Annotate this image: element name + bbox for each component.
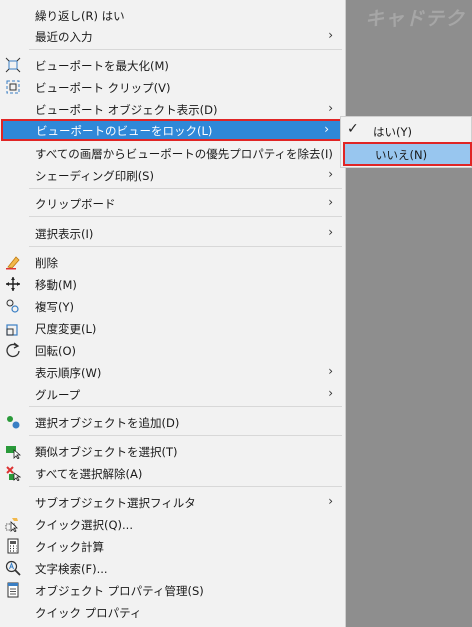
menu-item-label: ビューポート クリップ(V) bbox=[35, 81, 171, 95]
menu-item-quick-select[interactable]: クイック選択(Q)... bbox=[0, 513, 345, 535]
erase-icon bbox=[6, 256, 20, 270]
menu-item-rotate[interactable]: 回転(O) bbox=[0, 339, 345, 361]
chevron-right-icon: › bbox=[328, 167, 333, 181]
menu-item-label: 削除 bbox=[35, 256, 58, 270]
maximize-viewport-icon bbox=[5, 57, 21, 73]
menu-item-label: クリップボード bbox=[35, 197, 116, 211]
menu-separator bbox=[29, 216, 342, 217]
menu-separator bbox=[29, 49, 342, 50]
chevron-right-icon: › bbox=[328, 195, 333, 209]
calculator-icon bbox=[7, 538, 19, 554]
menu-item-find-text[interactable]: 文字検索(F)... bbox=[0, 557, 345, 579]
menu-item-label: クイック プロパティ bbox=[35, 606, 142, 620]
menu-item-quick-calc[interactable]: クイック計算 bbox=[0, 535, 345, 557]
menu-separator bbox=[29, 435, 342, 436]
menu-item-label: 回転(O) bbox=[35, 344, 77, 358]
deselect-all-icon bbox=[6, 466, 21, 481]
add-selected-icon bbox=[7, 416, 20, 429]
menu-item-viewport-object-display[interactable]: ビューポート オブジェクト表示(D) › bbox=[0, 98, 345, 120]
background-logo: キャドテク bbox=[365, 8, 466, 30]
menu-item-label: 複写(Y) bbox=[35, 300, 74, 314]
chevron-right-icon: › bbox=[328, 364, 333, 378]
move-icon bbox=[6, 277, 20, 291]
menu-item-recent-input[interactable]: 最近の入力 › bbox=[0, 25, 345, 47]
chevron-right-icon: › bbox=[328, 386, 333, 400]
select-similar-icon bbox=[6, 446, 21, 459]
submenu-item-no[interactable]: いいえ(N) bbox=[343, 142, 472, 166]
submenu-item-yes[interactable]: ✓ はい(Y) bbox=[341, 119, 472, 143]
chevron-right-icon: › bbox=[324, 122, 329, 136]
menu-item-erase[interactable]: 削除 bbox=[0, 251, 345, 273]
menu-item-group[interactable]: グループ › bbox=[0, 383, 345, 405]
menu-item-label: クイック計算 bbox=[35, 540, 104, 554]
menu-item-move[interactable]: 移動(M) bbox=[0, 273, 345, 295]
menu-item-isolate[interactable]: 選択表示(I) › bbox=[0, 222, 345, 244]
submenu-item-label: はい(Y) bbox=[373, 125, 412, 139]
menu-item-label: 選択オブジェクトを追加(D) bbox=[35, 416, 180, 430]
lock-viewport-submenu: ✓ はい(Y) いいえ(N) bbox=[340, 116, 472, 168]
menu-item-label: シェーディング印刷(S) bbox=[35, 169, 154, 183]
menu-item-clip-viewport[interactable]: ビューポート クリップ(V) bbox=[0, 76, 345, 98]
menu-item-deselect-all[interactable]: すべてを選択解除(A) bbox=[0, 462, 345, 484]
menu-item-label: サブオブジェクト選択フィルタ bbox=[35, 496, 196, 510]
menu-item-label: ビューポート オブジェクト表示(D) bbox=[35, 103, 218, 117]
chevron-right-icon: › bbox=[328, 494, 333, 508]
menu-item-label: すべての画層からビューポートの優先プロパティを除去(I) bbox=[35, 147, 333, 161]
menu-item-subobject-filter[interactable]: サブオブジェクト選択フィルタ › bbox=[0, 491, 345, 513]
clip-viewport-icon bbox=[6, 80, 20, 94]
menu-item-draw-order[interactable]: 表示順序(W) › bbox=[0, 361, 345, 383]
menu-item-label: 表示順序(W) bbox=[35, 366, 102, 380]
chevron-right-icon: › bbox=[328, 28, 333, 42]
menu-item-maximize-viewport[interactable]: ビューポートを最大化(M) bbox=[0, 54, 345, 76]
context-menu: 繰り返し(R) はい 最近の入力 › ビューポートを最大化(M) ビューポート … bbox=[0, 0, 346, 627]
menu-item-quick-properties[interactable]: クイック プロパティ bbox=[0, 601, 345, 623]
menu-item-label: クイック選択(Q)... bbox=[35, 518, 133, 532]
menu-item-copy[interactable]: 複写(Y) bbox=[0, 295, 345, 317]
menu-item-add-selected[interactable]: 選択オブジェクトを追加(D) bbox=[0, 411, 345, 433]
rotate-icon bbox=[6, 342, 20, 358]
menu-item-label: 最近の入力 bbox=[35, 30, 93, 44]
menu-item-lock-viewport[interactable]: ビューポートのビューをロック(L) › bbox=[1, 119, 342, 141]
menu-item-label: ビューポートのビューをロック(L) bbox=[36, 124, 213, 138]
copy-icon bbox=[6, 299, 19, 313]
scale-icon bbox=[6, 324, 18, 336]
find-text-icon bbox=[5, 560, 21, 576]
menu-item-label: 文字検索(F)... bbox=[35, 562, 108, 576]
menu-item-label: 類似オブジェクトを選択(T) bbox=[35, 445, 178, 459]
quick-select-icon bbox=[5, 518, 18, 532]
menu-item-label: すべてを選択解除(A) bbox=[35, 467, 143, 481]
menu-item-shade-plot[interactable]: シェーディング印刷(S) › bbox=[0, 164, 345, 186]
menu-item-label: グループ bbox=[35, 388, 81, 402]
menu-item-remove-layer-overrides[interactable]: すべての画層からビューポートの優先プロパティを除去(I) bbox=[0, 142, 345, 164]
menu-item-scale[interactable]: 尺度変更(L) bbox=[0, 317, 345, 339]
submenu-item-label: いいえ(N) bbox=[375, 148, 428, 162]
menu-item-label: ビューポートを最大化(M) bbox=[35, 59, 169, 73]
menu-separator bbox=[29, 486, 342, 487]
checkmark-icon: ✓ bbox=[347, 121, 359, 137]
chevron-right-icon: › bbox=[328, 225, 333, 239]
chevron-right-icon: › bbox=[328, 101, 333, 115]
menu-item-clipboard[interactable]: クリップボード › bbox=[0, 192, 345, 214]
menu-item-properties[interactable]: オブジェクト プロパティ管理(S) bbox=[0, 579, 345, 601]
menu-separator bbox=[29, 246, 342, 247]
menu-item-repeat[interactable]: 繰り返し(R) はい bbox=[0, 4, 345, 26]
properties-icon bbox=[7, 582, 19, 598]
menu-item-label: オブジェクト プロパティ管理(S) bbox=[35, 584, 204, 598]
menu-separator bbox=[29, 188, 342, 189]
menu-item-label: 尺度変更(L) bbox=[35, 322, 97, 336]
menu-item-select-similar[interactable]: 類似オブジェクトを選択(T) bbox=[0, 440, 345, 462]
menu-item-label: 選択表示(I) bbox=[35, 227, 94, 241]
menu-item-label: 移動(M) bbox=[35, 278, 77, 292]
menu-item-label: 繰り返し(R) はい bbox=[35, 9, 125, 23]
menu-separator bbox=[29, 406, 342, 407]
